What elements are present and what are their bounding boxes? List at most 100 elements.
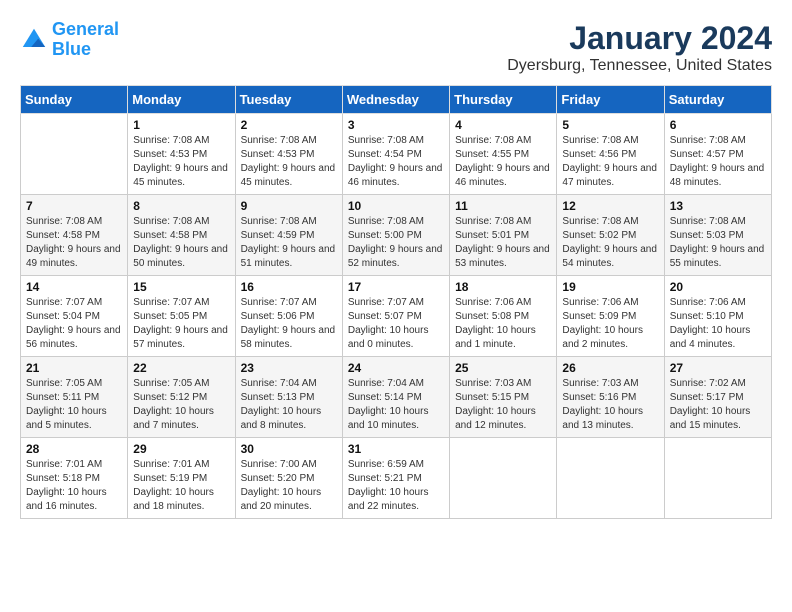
day-number: 3	[348, 118, 444, 132]
day-info: Sunrise: 7:05 AMSunset: 5:11 PMDaylight:…	[26, 377, 122, 433]
weekday-header: Sunday	[21, 86, 128, 114]
day-info: Sunrise: 7:07 AMSunset: 5:05 PMDaylight:…	[133, 296, 229, 352]
calendar-day-cell: 25 Sunrise: 7:03 AMSunset: 5:15 PMDayligh…	[450, 357, 557, 438]
weekday-header: Wednesday	[342, 86, 449, 114]
day-number: 14	[26, 280, 122, 294]
day-number: 5	[562, 118, 658, 132]
title-block: January 2024 Dyersburg, Tennessee, Unite…	[507, 20, 772, 75]
day-number: 20	[670, 280, 766, 294]
weekday-header: Tuesday	[235, 86, 342, 114]
day-number: 31	[348, 442, 444, 456]
page-header: General Blue January 2024 Dyersburg, Ten…	[20, 20, 772, 75]
day-info: Sunrise: 7:08 AMSunset: 5:00 PMDaylight:…	[348, 215, 444, 271]
logo-line2: Blue	[52, 39, 91, 59]
day-info: Sunrise: 7:01 AMSunset: 5:19 PMDaylight:…	[133, 458, 229, 514]
day-number: 12	[562, 199, 658, 213]
day-info: Sunrise: 7:01 AMSunset: 5:18 PMDaylight:…	[26, 458, 122, 514]
day-info: Sunrise: 7:02 AMSunset: 5:17 PMDaylight:…	[670, 377, 766, 433]
calendar-day-cell: 14 Sunrise: 7:07 AMSunset: 5:04 PMDayligh…	[21, 276, 128, 357]
day-number: 9	[241, 199, 337, 213]
day-number: 25	[455, 361, 551, 375]
calendar-day-cell: 30Sunrise: 7:00 AMSunset: 5:20 PMDayligh…	[235, 438, 342, 519]
day-info: Sunrise: 7:00 AMSunset: 5:20 PMDaylight:…	[241, 458, 337, 514]
day-number: 4	[455, 118, 551, 132]
day-info: Sunrise: 7:07 AMSunset: 5:07 PMDaylight:…	[348, 296, 444, 352]
calendar-day-cell: 15 Sunrise: 7:07 AMSunset: 5:05 PMDayligh…	[128, 276, 235, 357]
day-number: 16	[241, 280, 337, 294]
calendar-day-cell: 16 Sunrise: 7:07 AMSunset: 5:06 PMDayligh…	[235, 276, 342, 357]
day-info: Sunrise: 7:03 AMSunset: 5:15 PMDaylight:…	[455, 377, 551, 433]
logo-icon	[20, 26, 48, 54]
calendar-day-cell: 17 Sunrise: 7:07 AMSunset: 5:07 PMDayligh…	[342, 276, 449, 357]
day-number: 19	[562, 280, 658, 294]
calendar-day-cell: 21Sunrise: 7:05 AMSunset: 5:11 PMDayligh…	[21, 357, 128, 438]
day-number: 24	[348, 361, 444, 375]
day-number: 2	[241, 118, 337, 132]
day-info: Sunrise: 7:08 AMSunset: 4:55 PMDaylight:…	[455, 134, 551, 190]
day-number: 28	[26, 442, 122, 456]
calendar-day-cell: 8 Sunrise: 7:08 AMSunset: 4:58 PMDaylight…	[128, 195, 235, 276]
calendar-day-cell: 9Sunrise: 7:08 AMSunset: 4:59 PMDaylight…	[235, 195, 342, 276]
weekday-header: Friday	[557, 86, 664, 114]
logo: General Blue	[20, 20, 119, 60]
day-number: 7	[26, 199, 122, 213]
logo-text: General Blue	[52, 20, 119, 60]
day-info: Sunrise: 7:08 AMSunset: 5:01 PMDaylight:…	[455, 215, 551, 271]
calendar-day-cell	[21, 114, 128, 195]
calendar-table: SundayMondayTuesdayWednesdayThursdayFrid…	[20, 85, 772, 519]
weekday-header-row: SundayMondayTuesdayWednesdayThursdayFrid…	[21, 86, 772, 114]
calendar-day-cell: 23 Sunrise: 7:04 AMSunset: 5:13 PMDayligh…	[235, 357, 342, 438]
calendar-day-cell: 19Sunrise: 7:06 AMSunset: 5:09 PMDayligh…	[557, 276, 664, 357]
calendar-day-cell: 7Sunrise: 7:08 AMSunset: 4:58 PMDaylight…	[21, 195, 128, 276]
logo-line1: General	[52, 19, 119, 39]
calendar-day-cell: 20Sunrise: 7:06 AMSunset: 5:10 PMDayligh…	[664, 276, 771, 357]
calendar-day-cell: 1 Sunrise: 7:08 AMSunset: 4:53 PMDaylight…	[128, 114, 235, 195]
day-number: 17	[348, 280, 444, 294]
weekday-header: Saturday	[664, 86, 771, 114]
calendar-day-cell: 6Sunrise: 7:08 AMSunset: 4:57 PMDaylight…	[664, 114, 771, 195]
calendar-day-cell: 18 Sunrise: 7:06 AMSunset: 5:08 PMDayligh…	[450, 276, 557, 357]
day-info: Sunrise: 7:08 AMSunset: 4:58 PMDaylight:…	[133, 215, 229, 271]
day-info: Sunrise: 7:08 AMSunset: 4:57 PMDaylight:…	[670, 134, 766, 190]
day-info: Sunrise: 7:03 AMSunset: 5:16 PMDaylight:…	[562, 377, 658, 433]
day-info: Sunrise: 7:08 AMSunset: 4:56 PMDaylight:…	[562, 134, 658, 190]
calendar-day-cell: 24 Sunrise: 7:04 AMSunset: 5:14 PMDayligh…	[342, 357, 449, 438]
day-number: 8	[133, 199, 229, 213]
day-info: Sunrise: 7:08 AMSunset: 4:54 PMDaylight:…	[348, 134, 444, 190]
day-number: 18	[455, 280, 551, 294]
month-title: January 2024	[507, 20, 772, 57]
day-number: 15	[133, 280, 229, 294]
day-info: Sunrise: 7:07 AMSunset: 5:06 PMDaylight:…	[241, 296, 337, 352]
calendar-day-cell: 4 Sunrise: 7:08 AMSunset: 4:55 PMDaylight…	[450, 114, 557, 195]
calendar-day-cell	[557, 438, 664, 519]
day-info: Sunrise: 6:59 AMSunset: 5:21 PMDaylight:…	[348, 458, 444, 514]
weekday-header: Monday	[128, 86, 235, 114]
calendar-day-cell: 5 Sunrise: 7:08 AMSunset: 4:56 PMDaylight…	[557, 114, 664, 195]
day-number: 11	[455, 199, 551, 213]
day-info: Sunrise: 7:08 AMSunset: 5:02 PMDaylight:…	[562, 215, 658, 271]
calendar-day-cell: 11 Sunrise: 7:08 AMSunset: 5:01 PMDayligh…	[450, 195, 557, 276]
day-info: Sunrise: 7:07 AMSunset: 5:04 PMDaylight:…	[26, 296, 122, 352]
calendar-day-cell: 31 Sunrise: 6:59 AMSunset: 5:21 PMDayligh…	[342, 438, 449, 519]
day-number: 27	[670, 361, 766, 375]
calendar-day-cell: 28 Sunrise: 7:01 AMSunset: 5:18 PMDayligh…	[21, 438, 128, 519]
location: Dyersburg, Tennessee, United States	[507, 57, 772, 75]
calendar-day-cell: 27 Sunrise: 7:02 AMSunset: 5:17 PMDayligh…	[664, 357, 771, 438]
calendar-day-cell: 12 Sunrise: 7:08 AMSunset: 5:02 PMDayligh…	[557, 195, 664, 276]
day-number: 23	[241, 361, 337, 375]
calendar-week-row: 14 Sunrise: 7:07 AMSunset: 5:04 PMDayligh…	[21, 276, 772, 357]
day-info: Sunrise: 7:04 AMSunset: 5:14 PMDaylight:…	[348, 377, 444, 433]
day-info: Sunrise: 7:08 AMSunset: 5:03 PMDaylight:…	[670, 215, 766, 271]
calendar-week-row: 28 Sunrise: 7:01 AMSunset: 5:18 PMDayligh…	[21, 438, 772, 519]
day-info: Sunrise: 7:08 AMSunset: 4:53 PMDaylight:…	[133, 134, 229, 190]
day-info: Sunrise: 7:06 AMSunset: 5:08 PMDaylight:…	[455, 296, 551, 352]
day-info: Sunrise: 7:04 AMSunset: 5:13 PMDaylight:…	[241, 377, 337, 433]
day-number: 1	[133, 118, 229, 132]
weekday-header: Thursday	[450, 86, 557, 114]
day-info: Sunrise: 7:08 AMSunset: 4:53 PMDaylight:…	[241, 134, 337, 190]
day-number: 22	[133, 361, 229, 375]
calendar-day-cell: 29Sunrise: 7:01 AMSunset: 5:19 PMDayligh…	[128, 438, 235, 519]
day-number: 13	[670, 199, 766, 213]
day-info: Sunrise: 7:05 AMSunset: 5:12 PMDaylight:…	[133, 377, 229, 433]
calendar-day-cell: 10Sunrise: 7:08 AMSunset: 5:00 PMDayligh…	[342, 195, 449, 276]
